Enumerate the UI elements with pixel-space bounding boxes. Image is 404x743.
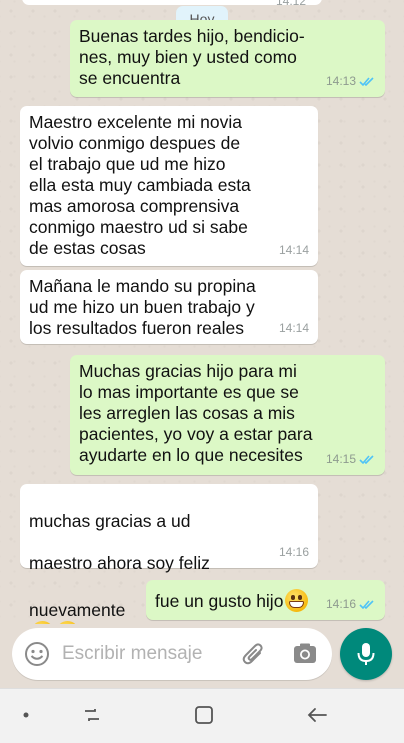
double-check-icon — [359, 455, 374, 465]
dot-icon — [22, 711, 30, 719]
message-input-box — [12, 628, 332, 680]
incoming-message[interactable]: Mañana le mando su propina ud me hizo un… — [20, 270, 318, 344]
message-time: 14:14 — [278, 321, 309, 335]
double-check-icon — [359, 600, 374, 610]
system-navigation-bar — [0, 688, 404, 743]
message-text: Mañana le mando su propina ud me hizo un… — [29, 276, 256, 338]
home-icon[interactable] — [192, 703, 216, 727]
composer-bar — [0, 624, 404, 688]
emoji-icon[interactable] — [24, 641, 50, 667]
outgoing-message[interactable]: Muchas gracias hijo para mi lo mas impor… — [70, 355, 385, 475]
message-meta: 14:16 — [279, 542, 309, 563]
message-line: fue un gusto hijo — [155, 591, 284, 611]
recent-apps-icon[interactable] — [80, 703, 104, 727]
message-line: nuevamente — [29, 600, 126, 620]
microphone-button[interactable] — [340, 628, 392, 680]
outgoing-message[interactable]: fue un gusto hijo 14:16 — [146, 580, 385, 620]
message-time: 14:14 — [278, 243, 309, 257]
message-input[interactable] — [62, 640, 232, 668]
message-meta: 14:16 — [326, 594, 376, 615]
back-icon[interactable] — [305, 703, 329, 727]
message-meta: 14:14 — [279, 318, 309, 339]
message-time: 14:16 — [325, 597, 356, 611]
incoming-message[interactable]: muchas gracias a ud maestro ahora soy fe… — [20, 484, 318, 624]
grinning-emoji-icon — [285, 589, 309, 612]
outgoing-message[interactable]: Buenas tardes hijo, bendicio- nes, muy b… — [70, 20, 385, 97]
message-time: 14:15 — [325, 452, 356, 466]
microphone-icon — [357, 643, 375, 665]
message-time: 14:13 — [325, 74, 356, 88]
paperclip-icon[interactable] — [240, 640, 268, 668]
message-meta: 14:14 — [279, 240, 309, 261]
chat-area[interactable]: 14:12 Hoy Buenas tardes hijo, bendicio- … — [0, 0, 404, 624]
message-line: maestro ahora soy feliz — [29, 553, 210, 573]
incoming-message[interactable]: Maestro excelente mi novia volvio conmig… — [20, 106, 318, 266]
message-meta: 14:13 — [326, 71, 376, 92]
double-check-icon — [359, 77, 374, 87]
message-text: Maestro excelente mi novia volvio conmig… — [29, 112, 251, 258]
message-line: muchas gracias a ud — [29, 511, 191, 531]
camera-icon[interactable] — [292, 641, 318, 667]
message-time: 14:12 — [276, 0, 307, 8]
message-time: 14:16 — [278, 545, 309, 559]
message-meta: 14:15 — [326, 449, 376, 470]
